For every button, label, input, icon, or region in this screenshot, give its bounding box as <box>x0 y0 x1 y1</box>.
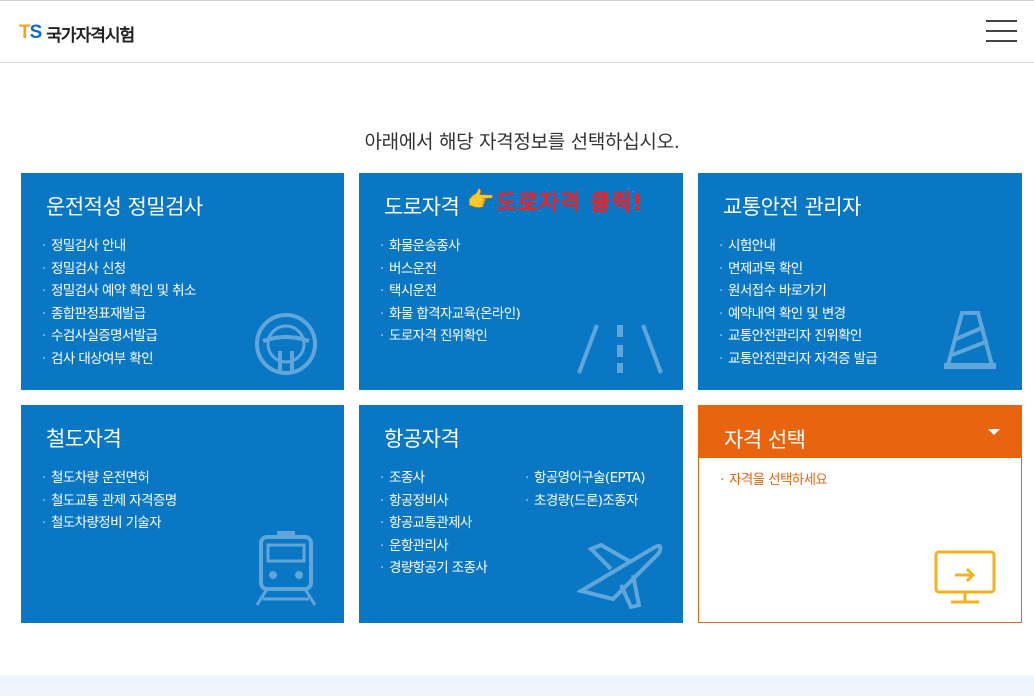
card-link-list: 화물운송종사 버스운전 택시운전 화물 합격자교육(온라인) 도로자격 진위확인 <box>380 235 521 348</box>
card-link[interactable]: 원서접수 바로가기 <box>719 280 877 303</box>
top-bar: TS 국가자격시험 <box>0 0 1034 63</box>
card-link[interactable]: 버스운전 <box>380 258 520 281</box>
card-link[interactable]: 면제과목 확인 <box>719 258 877 281</box>
card-traffic-safety-manager[interactable]: 교통안전 관리자 시험안내 면제과목 확인 원서접수 바로가기 예약내역 확인 … <box>698 173 1022 390</box>
card-link[interactable]: 도로자격 진위확인 <box>380 325 520 348</box>
card-link[interactable]: 택시운전 <box>380 280 520 303</box>
site-title: 국가자격시험 <box>46 25 135 46</box>
card-link[interactable]: 운항관리사 <box>380 535 487 558</box>
card-aviation-license[interactable]: 항공자격 조종사 항공정비사 항공교통관제사 운항관리사 경량항공기 조종사 항… <box>359 405 683 623</box>
card-link[interactable]: 철도교통 관제 자격증명 <box>42 490 177 513</box>
road-icon <box>577 324 663 374</box>
hamburger-menu-icon[interactable] <box>986 20 1017 42</box>
card-title[interactable]: 도로자격 <box>384 191 460 221</box>
traffic-cone-icon <box>944 311 996 369</box>
card-link-list: 철도차량 운전면허 철도교통 관제 자격증명 철도차량정비 기술자 <box>42 467 177 535</box>
click-annotation: 👉 도로자격 클릭! <box>467 185 644 217</box>
steering-wheel-icon <box>255 313 317 375</box>
card-railway-license[interactable]: 철도자격 철도차량 운전면허 철도교통 관제 자격증명 철도차량정비 기술자 <box>21 405 344 623</box>
card-link[interactable]: 정밀검사 안내 <box>42 235 196 258</box>
card-link[interactable]: 화물운송종사 <box>380 235 520 258</box>
card-link[interactable]: 경량항공기 조종사 <box>380 557 488 580</box>
license-select-hint: 자격을 선택하세요 <box>720 468 828 488</box>
site-logo[interactable]: TS 국가자격시험 <box>19 21 135 46</box>
card-link[interactable]: 교통안전관리자 진위확인 <box>719 325 877 348</box>
card-link[interactable]: 항공교통관제사 <box>380 512 487 535</box>
ts-logo-mark: TS <box>19 22 42 43</box>
card-title[interactable]: 운전적성 정밀검사 <box>46 191 203 221</box>
card-aptitude-test[interactable]: 운전적성 정밀검사 정밀검사 안내 정밀검사 신청 정밀검사 예약 확인 및 취… <box>21 173 344 390</box>
card-link[interactable]: 시험안내 <box>719 235 877 258</box>
card-link[interactable]: 항공영어구술(EPTA) <box>525 467 646 490</box>
card-link[interactable]: 정밀검사 예약 확인 및 취소 <box>42 280 196 303</box>
card-link[interactable]: 초경량(드론)조종자 <box>525 490 645 513</box>
train-icon <box>255 531 317 606</box>
card-link[interactable]: 교통안전관리자 자격증 발급 <box>719 348 878 371</box>
card-link-list-col2: 항공영어구술(EPTA) 초경량(드론)조종자 <box>525 467 646 513</box>
card-link-list: 시험안내 면제과목 확인 원서접수 바로가기 예약내역 확인 및 변경 교통안전… <box>719 235 878 371</box>
card-link[interactable]: 화물 합격자교육(온라인) <box>380 303 521 326</box>
license-select-dropdown[interactable]: 자격 선택 <box>699 406 1021 458</box>
monitor-arrow-icon <box>934 550 996 604</box>
card-link[interactable]: 예약내역 확인 및 변경 <box>719 303 877 326</box>
card-link[interactable]: 철도차량정비 기술자 <box>42 512 177 535</box>
card-link[interactable]: 수검사실증명서발급 <box>42 325 196 348</box>
caret-down-icon <box>988 429 1000 435</box>
card-link[interactable]: 정밀검사 신청 <box>42 258 196 281</box>
card-link[interactable]: 종합판정표재발급 <box>42 303 196 326</box>
license-select-panel: 자격 선택 자격을 선택하세요 <box>698 405 1022 623</box>
card-link[interactable]: 철도차량 운전면허 <box>42 467 177 490</box>
card-link[interactable]: 조종사 <box>380 467 487 490</box>
card-link-list: 정밀검사 안내 정밀검사 신청 정밀검사 예약 확인 및 취소 종합판정표재발급… <box>42 235 196 370</box>
card-link[interactable]: 항공정비사 <box>380 490 487 513</box>
license-select-label: 자격 선택 <box>724 428 806 452</box>
card-title[interactable]: 교통안전 관리자 <box>723 191 861 221</box>
page-heading: 아래에서 해당 자격정보를 선택하십시오. <box>364 131 680 153</box>
pointing-hand-icon: 👉 <box>467 188 495 213</box>
annotation-text: 도로자격 클릭! <box>496 191 644 216</box>
footer-band <box>0 675 1034 696</box>
card-title[interactable]: 항공자격 <box>384 423 460 453</box>
card-link-list-col1: 조종사 항공정비사 항공교통관제사 운항관리사 경량항공기 조종사 <box>380 467 488 580</box>
card-title[interactable]: 철도자격 <box>46 423 122 453</box>
airplane-icon <box>577 542 663 609</box>
card-link[interactable]: 검사 대상여부 확인 <box>42 348 196 371</box>
